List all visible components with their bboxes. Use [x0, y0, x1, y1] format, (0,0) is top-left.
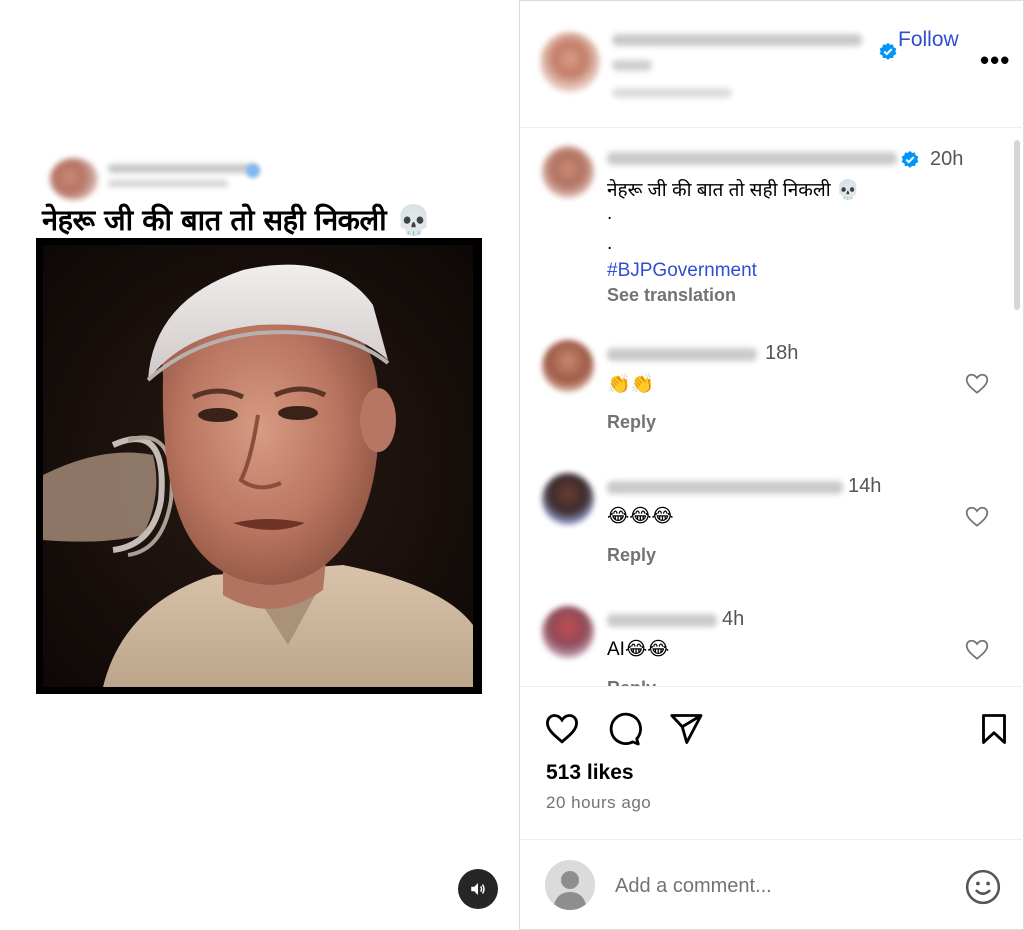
post-caption: 20h नेहरू जी की बात तो सही निकली 💀 . . #… [520, 128, 1024, 318]
post-actions: 513 likes 20 hours ago [520, 686, 1024, 930]
caption-time[interactable]: 20h [930, 148, 963, 171]
post-timestamp[interactable]: 20 hours ago [546, 793, 651, 813]
commenter-avatar[interactable] [542, 606, 594, 658]
caption-dot: . [607, 233, 613, 254]
reply-button[interactable]: Reply [607, 412, 656, 433]
comment-text: AI😂😂 [607, 639, 670, 660]
comment-time[interactable]: 14h [848, 475, 881, 498]
comment-item: 14h 😂😂😂 Reply [520, 467, 1024, 592]
media-pane[interactable]: नेहरू जी की बात तो सही निकली 💀 [0, 0, 520, 930]
follow-button[interactable]: Follow [898, 28, 959, 52]
caption-author-avatar[interactable] [542, 146, 594, 198]
original-audio-link-blurred[interactable] [612, 88, 732, 98]
caption-text: नेहरू जी की बात तो सही निकली 💀 [607, 180, 860, 201]
caption-author-name-blurred[interactable] [607, 152, 897, 165]
post-header: Follow ••• [520, 0, 1024, 128]
add-comment-bar [520, 839, 1024, 930]
like-comment-heart-icon[interactable] [964, 504, 990, 530]
emoji-picker-icon[interactable] [964, 868, 1002, 906]
likes-count[interactable]: 513 likes [546, 761, 634, 785]
meme-avatar-blurred [50, 158, 98, 200]
comments-list[interactable]: 20h नेहरू जी की बात तो सही निकली 💀 . . #… [520, 128, 1024, 686]
meme-handle-blurred [108, 180, 228, 187]
default-avatar-icon [545, 860, 595, 910]
comment-text: 👏👏 [607, 374, 655, 395]
author-avatar[interactable] [540, 32, 600, 92]
commenter-avatar[interactable] [542, 340, 594, 392]
like-comment-heart-icon[interactable] [964, 637, 990, 663]
comment-item: 18h 👏👏 Reply [520, 334, 1024, 459]
save-bookmark-icon[interactable] [976, 711, 1012, 747]
reply-button[interactable]: Reply [607, 545, 656, 566]
verified-badge-icon [901, 150, 919, 168]
commenter-name-blurred[interactable] [607, 348, 757, 361]
comment-bubble-icon[interactable] [606, 711, 642, 747]
meme-verified-icon [246, 164, 260, 178]
meme-photo [36, 238, 482, 694]
reply-button[interactable]: Reply [607, 678, 656, 686]
comment-text: 😂😂😂 [607, 506, 674, 527]
speaker-icon [471, 883, 485, 895]
comment-item: 4h AI😂😂 Reply [520, 600, 1024, 686]
author-name-blurred[interactable] [612, 34, 862, 46]
comment-time[interactable]: 4h [722, 608, 744, 631]
verified-badge-icon [879, 42, 897, 60]
commenter-avatar[interactable] [542, 473, 594, 525]
portrait-image [43, 245, 473, 687]
add-comment-input[interactable] [615, 870, 945, 902]
current-user-avatar[interactable] [545, 860, 595, 910]
meme-caption: नेहरू जी की बात तो सही निकली 💀 [42, 203, 432, 237]
meme-name-blurred [108, 164, 258, 173]
share-paper-plane-icon[interactable] [668, 711, 704, 747]
comment-time[interactable]: 18h [765, 342, 798, 365]
meme-tweet-header [50, 152, 270, 200]
author-name-continued-blurred [612, 60, 652, 71]
like-comment-heart-icon[interactable] [964, 371, 990, 397]
comments-scrollbar[interactable] [1014, 140, 1020, 310]
hashtag-link[interactable]: #BJPGovernment [607, 260, 757, 282]
sound-toggle-button[interactable] [458, 869, 498, 909]
more-options-button[interactable]: ••• [980, 47, 1010, 73]
post-side-pane: Follow ••• 20h नेहरू जी की बात तो सही नि… [520, 0, 1024, 930]
commenter-name-blurred[interactable] [607, 481, 843, 494]
caption-dot: . [607, 203, 613, 224]
see-translation-button[interactable]: See translation [607, 285, 736, 306]
commenter-name-blurred[interactable] [607, 614, 717, 627]
like-heart-icon[interactable] [544, 711, 580, 747]
